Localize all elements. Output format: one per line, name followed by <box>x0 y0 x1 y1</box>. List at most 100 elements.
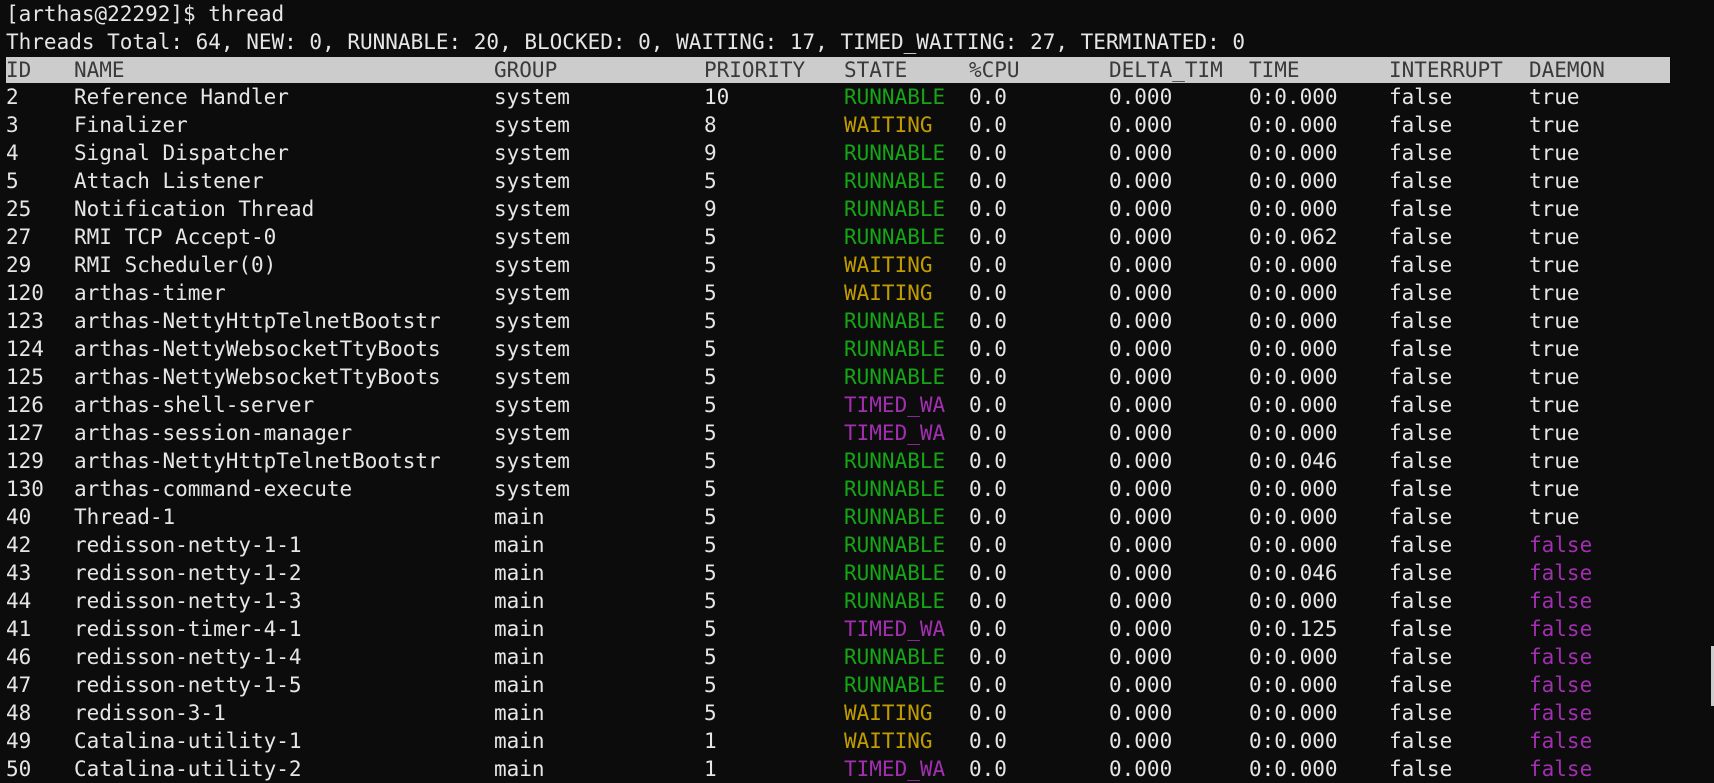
thread-interrupt: false <box>1389 561 1453 585</box>
terminal-window[interactable]: [arthas@22292]$ thread Threads Total: 64… <box>6 0 1706 783</box>
thread-name: Catalina-utility-2 <box>74 757 302 781</box>
thread-interrupt: false <box>1389 365 1453 389</box>
thread-time: 0:0.000 <box>1249 337 1338 361</box>
thread-state: RUNNABLE <box>844 561 946 585</box>
thread-id: 129 <box>6 449 44 473</box>
thread-cpu: 0.0 <box>969 393 1007 417</box>
thread-delta-time: 0.000 <box>1109 113 1173 137</box>
thread-delta-time: 0.000 <box>1109 645 1173 669</box>
table-row: 40 Thread-1 main 5 RUNNABLE 0.0 0.000 0:0.000 fa… <box>6 503 1706 531</box>
thread-state: RUNNABLE <box>844 533 946 557</box>
thread-state: RUNNABLE <box>844 645 946 669</box>
thread-id: 49 <box>6 729 32 753</box>
thread-daemon: true <box>1529 281 1580 305</box>
table-row: 27 RMI TCP Accept-0 system 5 RUNNABLE 0.0 0.00… <box>6 223 1706 251</box>
thread-table-header: ID NAME GROUP PRIORITY STATE %CPU DELTA_… <box>6 57 1670 83</box>
thread-time: 0:0.125 <box>1249 617 1338 641</box>
thread-interrupt: false <box>1389 113 1453 137</box>
thread-interrupt: false <box>1389 757 1453 781</box>
thread-id: 2 <box>6 85 19 109</box>
thread-group: main <box>494 645 545 669</box>
thread-daemon: true <box>1529 449 1580 473</box>
thread-name: arthas-NettyHttpTelnetBootstr <box>74 309 441 333</box>
thread-name: redisson-netty-1-1 <box>74 533 302 557</box>
table-row: 4 Signal Dispatcher system 9 RUNNABLE 0.0 0.00… <box>6 139 1706 167</box>
table-row: 47 redisson-netty-1-5 main 5 RUNNABLE 0.0 0.00… <box>6 671 1706 699</box>
thread-cpu: 0.0 <box>969 225 1007 249</box>
thread-state: WAITING <box>844 253 933 277</box>
thread-cpu: 0.0 <box>969 477 1007 501</box>
table-row: 44 redisson-netty-1-3 main 5 RUNNABLE 0.0 0.00… <box>6 587 1706 615</box>
thread-cpu: 0.0 <box>969 701 1007 725</box>
thread-priority: 5 <box>704 365 717 389</box>
thread-state: RUNNABLE <box>844 589 946 613</box>
thread-state: RUNNABLE <box>844 225 946 249</box>
thread-priority: 5 <box>704 337 717 361</box>
thread-name: Reference Handler <box>74 85 289 109</box>
thread-daemon: true <box>1529 169 1580 193</box>
thread-group: main <box>494 533 545 557</box>
thread-cpu: 0.0 <box>969 141 1007 165</box>
thread-name: redisson-netty-1-3 <box>74 589 302 613</box>
threads-summary-line: Threads Total: 64, NEW: 0, RUNNABLE: 20,… <box>6 30 1246 54</box>
thread-interrupt: false <box>1389 617 1453 641</box>
header-interrupt: INTERRUPT <box>1389 58 1503 82</box>
thread-interrupt: false <box>1389 477 1453 501</box>
thread-daemon: true <box>1529 421 1580 445</box>
thread-priority: 5 <box>704 561 717 585</box>
thread-interrupt: false <box>1389 505 1453 529</box>
thread-cpu: 0.0 <box>969 421 1007 445</box>
thread-time: 0:0.000 <box>1249 309 1338 333</box>
thread-name: arthas-NettyHttpTelnetBootstr <box>74 449 441 473</box>
thread-delta-time: 0.000 <box>1109 337 1173 361</box>
thread-time: 0:0.000 <box>1249 757 1338 781</box>
thread-state: RUNNABLE <box>844 477 946 501</box>
thread-daemon: false <box>1529 673 1593 697</box>
thread-id: 126 <box>6 393 44 417</box>
thread-priority: 5 <box>704 225 717 249</box>
thread-cpu: 0.0 <box>969 645 1007 669</box>
thread-priority: 5 <box>704 449 717 473</box>
table-row: 41 redisson-timer-4-1 main 5 TIMED_WA 0.0 0.00… <box>6 615 1706 643</box>
thread-time: 0:0.000 <box>1249 393 1338 417</box>
header-cpu: %CPU <box>969 58 1020 82</box>
thread-cpu: 0.0 <box>969 85 1007 109</box>
table-row: 48 redisson-3-1 main 5 WAITING 0.0 0.000 0:0.00… <box>6 699 1706 727</box>
table-row: 129 arthas-NettyHttpTelnetBootstr system 5 R… <box>6 447 1706 475</box>
thread-id: 123 <box>6 309 44 333</box>
thread-name: arthas-command-execute <box>74 477 353 501</box>
thread-priority: 5 <box>704 169 717 193</box>
thread-daemon: true <box>1529 393 1580 417</box>
header-group: GROUP <box>494 58 558 82</box>
thread-time: 0:0.000 <box>1249 85 1338 109</box>
thread-id: 48 <box>6 701 32 725</box>
thread-group: main <box>494 561 545 585</box>
thread-cpu: 0.0 <box>969 281 1007 305</box>
thread-time: 0:0.046 <box>1249 561 1338 585</box>
thread-time: 0:0.000 <box>1249 421 1338 445</box>
thread-delta-time: 0.000 <box>1109 281 1173 305</box>
thread-delta-time: 0.000 <box>1109 533 1173 557</box>
thread-id: 125 <box>6 365 44 389</box>
thread-name: arthas-session-manager <box>74 421 353 445</box>
thread-daemon: true <box>1529 113 1580 137</box>
table-row: 5 Attach Listener system 5 RUNNABLE 0.0 0.000 0… <box>6 167 1706 195</box>
thread-state: WAITING <box>844 113 933 137</box>
thread-time: 0:0.046 <box>1249 449 1338 473</box>
thread-interrupt: false <box>1389 141 1453 165</box>
thread-state: TIMED_WA <box>844 757 946 781</box>
thread-delta-time: 0.000 <box>1109 85 1173 109</box>
thread-name: Notification Thread <box>74 197 315 221</box>
thread-cpu: 0.0 <box>969 505 1007 529</box>
thread-interrupt: false <box>1389 533 1453 557</box>
thread-time: 0:0.000 <box>1249 281 1338 305</box>
thread-daemon: false <box>1529 533 1593 557</box>
thread-daemon: false <box>1529 617 1593 641</box>
thread-interrupt: false <box>1389 421 1453 445</box>
thread-id: 40 <box>6 505 32 529</box>
thread-time: 0:0.000 <box>1249 169 1338 193</box>
thread-delta-time: 0.000 <box>1109 617 1173 641</box>
table-row: 43 redisson-netty-1-2 main 5 RUNNABLE 0.0 0.00… <box>6 559 1706 587</box>
thread-id: 47 <box>6 673 32 697</box>
thread-name: arthas-timer <box>74 281 226 305</box>
